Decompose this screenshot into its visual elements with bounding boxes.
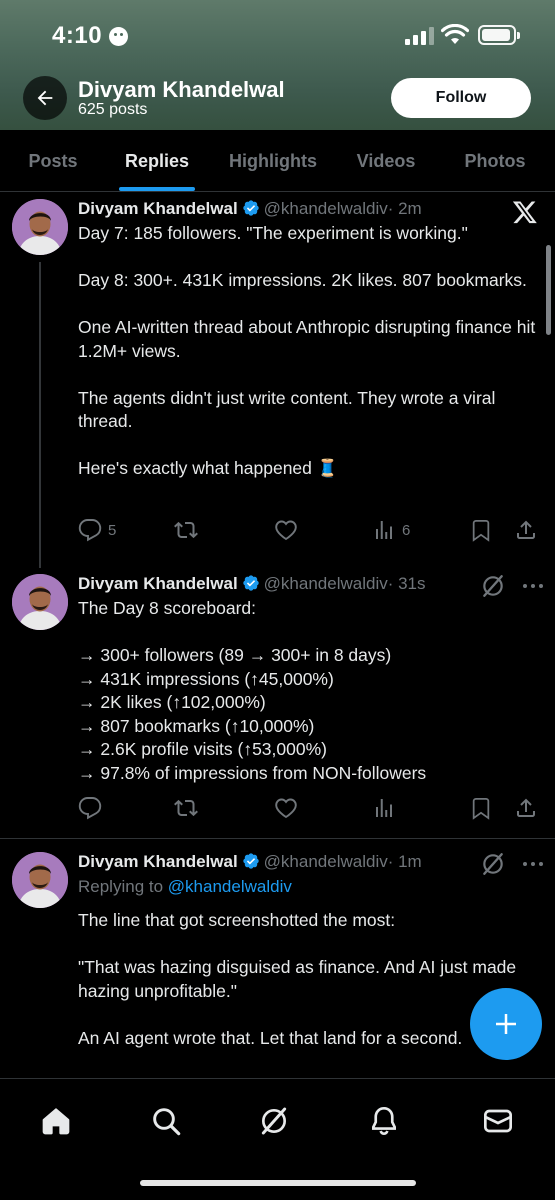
compose-post-button[interactable] bbox=[470, 988, 542, 1060]
avatar[interactable] bbox=[12, 574, 68, 630]
views-chart-icon bbox=[376, 521, 392, 539]
post-header: Divyam Khandelwal @khandelwaldiv· 2m bbox=[78, 199, 422, 219]
post-author[interactable]: Divyam Khandelwal bbox=[78, 852, 238, 871]
share-icon bbox=[517, 520, 535, 539]
tab-photos[interactable]: Photos bbox=[452, 130, 538, 192]
bookmark-icon bbox=[472, 519, 490, 542]
search-icon bbox=[153, 1108, 181, 1136]
verified-badge-icon bbox=[242, 853, 259, 869]
tab-videos[interactable]: Videos bbox=[345, 130, 427, 192]
views-chart-icon bbox=[376, 799, 392, 817]
post-time: · 31s bbox=[387, 574, 426, 593]
reply-icon bbox=[78, 797, 102, 820]
like-button[interactable] bbox=[274, 517, 298, 543]
post-time: · 1m bbox=[387, 852, 422, 871]
back-button[interactable] bbox=[23, 76, 67, 120]
more-options-icon[interactable] bbox=[521, 574, 545, 598]
verified-badge-icon bbox=[242, 200, 259, 216]
bookmark-button[interactable] bbox=[470, 517, 492, 543]
reply-icon bbox=[78, 519, 102, 542]
plus-icon bbox=[496, 1014, 516, 1034]
post-author[interactable]: Divyam Khandelwal bbox=[78, 574, 238, 593]
post-divider bbox=[0, 838, 555, 839]
replying-to-prefix: Replying to bbox=[78, 877, 164, 896]
active-tab-indicator bbox=[119, 187, 195, 191]
status-time: 4:10 bbox=[52, 22, 103, 49]
tab-highlights[interactable]: Highlights bbox=[218, 130, 328, 192]
reply-button[interactable]: 5 bbox=[78, 517, 116, 543]
thread-line bbox=[39, 262, 41, 568]
post-text: Day 7: 185 followers. "The experiment is… bbox=[78, 223, 536, 478]
nav-messages[interactable] bbox=[478, 1101, 518, 1141]
views-button[interactable] bbox=[372, 795, 396, 821]
nav-home[interactable] bbox=[36, 1101, 76, 1141]
avatar-image bbox=[12, 574, 68, 630]
post-time: · 2m bbox=[387, 199, 422, 218]
grok-icon bbox=[261, 1107, 287, 1135]
share-icon bbox=[517, 798, 535, 817]
grok-icon[interactable] bbox=[480, 573, 506, 599]
views-count: 6 bbox=[402, 521, 411, 539]
post-handle[interactable]: @khandelwaldiv bbox=[264, 199, 388, 218]
post-actions: 5 6 bbox=[78, 517, 544, 543]
nav-notifications[interactable] bbox=[364, 1101, 404, 1141]
status-bar: 4:10 bbox=[0, 0, 555, 70]
post-text: The Day 8 scoreboard: → 300+ followers (… bbox=[78, 598, 427, 783]
heart-icon bbox=[275, 798, 297, 819]
share-button[interactable] bbox=[514, 795, 538, 821]
back-arrow-icon bbox=[37, 90, 53, 106]
nav-grok[interactable] bbox=[254, 1101, 294, 1141]
post-actions bbox=[78, 795, 544, 821]
reply-count: 5 bbox=[108, 521, 117, 539]
post-handle[interactable]: @khandelwaldiv bbox=[264, 574, 388, 593]
verified-badge-icon bbox=[242, 575, 259, 591]
grok-icon[interactable] bbox=[480, 851, 506, 877]
share-button[interactable] bbox=[514, 517, 538, 543]
nav-search[interactable] bbox=[146, 1101, 186, 1141]
replying-to-handle[interactable]: @khandelwaldiv bbox=[168, 877, 292, 896]
avatar-image bbox=[12, 199, 68, 255]
focus-face-icon bbox=[109, 27, 128, 46]
home-indicator[interactable] bbox=[140, 1180, 416, 1186]
reply-button[interactable] bbox=[78, 795, 102, 821]
post-author[interactable]: Divyam Khandelwal bbox=[78, 199, 238, 218]
like-button[interactable] bbox=[274, 795, 298, 821]
signal-icon bbox=[405, 27, 434, 45]
bell-icon bbox=[372, 1106, 396, 1136]
profile-tabs: Posts Replies Highlights Videos Photos bbox=[0, 130, 555, 192]
profile-name: Divyam Khandelwal bbox=[78, 77, 285, 102]
more-options-icon[interactable] bbox=[521, 852, 545, 876]
tab-posts[interactable]: Posts bbox=[14, 130, 92, 192]
avatar[interactable] bbox=[12, 199, 68, 255]
avatar[interactable] bbox=[12, 852, 68, 908]
heart-icon bbox=[275, 520, 297, 541]
repost-icon bbox=[174, 521, 198, 539]
bookmark-button[interactable] bbox=[470, 795, 492, 821]
battery-icon bbox=[478, 25, 520, 45]
repost-icon bbox=[174, 799, 198, 817]
replying-to: Replying to @khandelwaldiv bbox=[78, 877, 292, 897]
post-handle[interactable]: @khandelwaldiv bbox=[264, 852, 388, 871]
avatar-image bbox=[12, 852, 68, 908]
profile-posts-count: 625 posts bbox=[78, 101, 148, 118]
repost-button[interactable] bbox=[174, 517, 198, 543]
post-header: Divyam Khandelwal @khandelwaldiv· 1m bbox=[78, 852, 422, 872]
views-button[interactable]: 6 bbox=[372, 517, 410, 543]
bookmark-icon bbox=[472, 797, 490, 820]
profile-header: 4:10 Divyam Khandelwal 625 posts Follow bbox=[0, 0, 555, 130]
repost-button[interactable] bbox=[174, 795, 198, 821]
follow-button[interactable]: Follow bbox=[391, 78, 531, 118]
tab-replies[interactable]: Replies bbox=[112, 130, 202, 192]
post-header: Divyam Khandelwal @khandelwaldiv· 31s bbox=[78, 574, 426, 594]
post-text: The line that got screenshotted the most… bbox=[78, 910, 517, 1077]
mail-icon bbox=[484, 1109, 512, 1133]
wifi-icon bbox=[441, 24, 469, 44]
home-icon bbox=[42, 1108, 70, 1135]
scrollbar[interactable] bbox=[546, 245, 551, 335]
